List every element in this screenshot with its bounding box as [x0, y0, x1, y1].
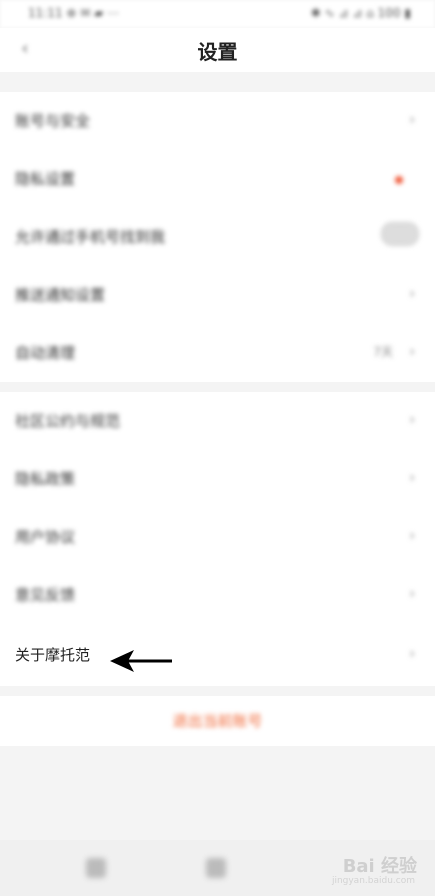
notification-dot-icon [395, 176, 403, 184]
settings-group-account: 账号与安全 › 隐私设置 允许通过手机号找到我 推送通知设置 › 自动清理 7天… [0, 92, 435, 382]
settings-row-privacy[interactable]: 隐私设置 [0, 150, 435, 208]
logout-label: 退出当前账号 [172, 712, 263, 730]
bottom-area: Bai 经验 jingyan.baidu.com [0, 840, 435, 896]
settings-row-user-agreement[interactable]: 用户协议 › [0, 508, 435, 566]
settings-group-about: 社区公约与规范 › 隐私政策 › 用户协议 › 意见反馈 › 关于摩托范 › [0, 392, 435, 686]
chevron-right-icon: › [409, 344, 415, 360]
status-bar: 11:11 ⊕ ✉ ▰ ⋯ ✱ ∿ ⊿ ⊿ ⌂ 100 ▮ [0, 0, 435, 28]
row-label: 自动清理 [15, 344, 76, 362]
row-label: 隐私政策 [15, 470, 76, 488]
row-label: 账号与安全 [15, 112, 91, 130]
chevron-right-icon: › [409, 286, 415, 302]
header: ‹ 设置 [0, 28, 435, 72]
watermark: Bai 经验 jingyan.baidu.com [307, 846, 417, 890]
pointer-arrow-icon [110, 650, 172, 672]
settings-row-feedback[interactable]: 意见反馈 › [0, 566, 435, 624]
row-label: 推送通知设置 [15, 286, 106, 304]
watermark-sub: jingyan.baidu.com [331, 876, 415, 886]
row-label: 隐私设置 [15, 170, 76, 188]
row-label: 关于摩托范 [15, 646, 91, 664]
settings-row-auto-clean[interactable]: 自动清理 7天 › [0, 324, 435, 382]
chevron-right-icon: › [409, 470, 415, 486]
toggle-switch[interactable] [381, 222, 419, 246]
row-label: 用户协议 [15, 528, 76, 546]
chevron-right-icon: › [409, 646, 415, 662]
logout-button[interactable]: 退出当前账号 [0, 696, 435, 746]
settings-row-community[interactable]: 社区公约与规范 › [0, 392, 435, 450]
settings-row-privacy-policy[interactable]: 隐私政策 › [0, 450, 435, 508]
page-title: 设置 [197, 40, 238, 64]
settings-row-push[interactable]: 推送通知设置 › [0, 266, 435, 324]
watermark-text: Bai 经验 [342, 856, 417, 877]
chevron-right-icon: › [409, 528, 415, 544]
status-right: ✱ ∿ ⊿ ⊿ ⌂ 100 ▮ [310, 6, 411, 20]
chevron-right-icon: › [409, 412, 415, 428]
row-value: 7天 [373, 345, 393, 359]
chevron-right-icon: › [409, 112, 415, 128]
row-label: 允许通过手机号找到我 [15, 228, 166, 246]
nav-home-icon[interactable] [206, 858, 226, 878]
settings-row-find-by-phone[interactable]: 允许通过手机号找到我 [0, 208, 435, 266]
settings-row-account-security[interactable]: 账号与安全 › [0, 92, 435, 150]
status-left: 11:11 ⊕ ✉ ▰ ⋯ [28, 6, 120, 20]
row-label: 社区公约与规范 [15, 412, 121, 430]
nav-back-icon[interactable] [86, 858, 106, 878]
chevron-right-icon: › [409, 586, 415, 602]
row-label: 意见反馈 [15, 586, 76, 604]
settings-row-about[interactable]: 关于摩托范 › [0, 626, 435, 684]
